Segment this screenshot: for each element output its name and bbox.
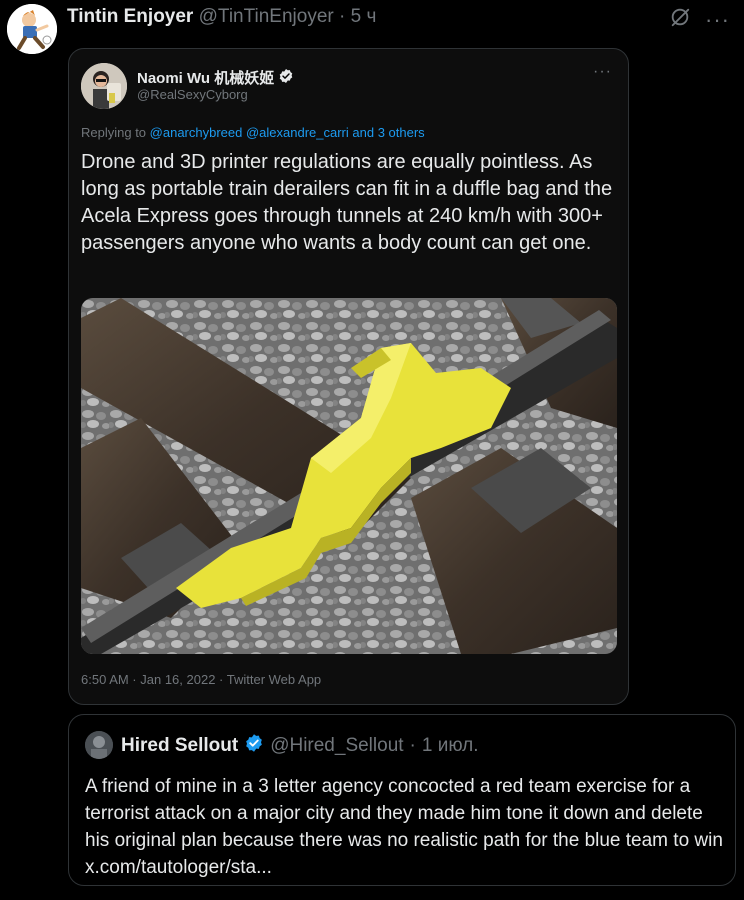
reply-author-name[interactable]: Hired Sellout	[121, 735, 238, 757]
reply-others-link[interactable]: and 3 others	[352, 125, 424, 140]
reply-tweet-text: A friend of mine in a 3 letter agency co…	[85, 776, 723, 878]
verified-badge-icon	[244, 733, 264, 759]
post-actions: ···	[669, 6, 730, 33]
author-avatar[interactable]	[7, 4, 57, 54]
reply-author-handle[interactable]: @Hired_Sellout	[270, 735, 403, 757]
reply-tweet-card[interactable]: Hired Sellout @Hired_Sellout · 1 июл. A …	[68, 714, 736, 886]
quoted-tweet-meta[interactable]: 6:50 AM · Jan 16, 2022 · Twitter Web App	[81, 672, 321, 687]
post-time[interactable]: 5 ч	[351, 6, 377, 27]
quoted-author-name[interactable]: Naomi Wu 机械妖姬	[137, 67, 274, 88]
separator: ·	[409, 735, 416, 756]
quoted-tweet-card[interactable]: Naomi Wu 机械妖姬 @RealSexyCyborg ··· Replyi…	[68, 48, 629, 705]
reply-author-avatar[interactable]	[85, 731, 113, 759]
replying-to-line: Replying to @anarchybreed @alexandre_car…	[81, 125, 425, 140]
post-header: Tintin Enjoyer @TinTinEnjoyer · 5 ч	[67, 6, 376, 28]
reply-header: Hired Sellout @Hired_Sellout · 1 июл.	[121, 733, 479, 759]
author-name[interactable]: Tintin Enjoyer	[67, 6, 193, 27]
train-derailer-photo	[81, 298, 617, 654]
verified-badge-icon	[278, 68, 294, 88]
reply-time[interactable]: 1 июл.	[422, 735, 479, 757]
quoted-avatar-image	[81, 63, 127, 109]
replying-to-label: Replying to	[81, 125, 147, 140]
tintin-avatar-image	[7, 4, 57, 54]
separator: ·	[339, 6, 346, 27]
quoted-author-avatar[interactable]	[81, 63, 127, 109]
quoted-author-handle[interactable]: @RealSexyCyborg	[137, 87, 248, 102]
author-handle[interactable]: @TinTinEnjoyer	[199, 6, 334, 27]
grok-icon[interactable]	[669, 6, 691, 33]
more-options-icon[interactable]: ···	[705, 8, 730, 30]
reply-avatar-image	[85, 731, 113, 759]
reply-mentions-link[interactable]: @anarchybreed @alexandre_carri	[150, 125, 349, 140]
quoted-more-icon[interactable]: ···	[593, 63, 612, 81]
quoted-tweet-image[interactable]	[81, 298, 617, 654]
quoted-tweet-text: Drone and 3D printer regulations are equ…	[81, 151, 613, 254]
quoted-author-name-row[interactable]: Naomi Wu 机械妖姬	[137, 67, 294, 88]
